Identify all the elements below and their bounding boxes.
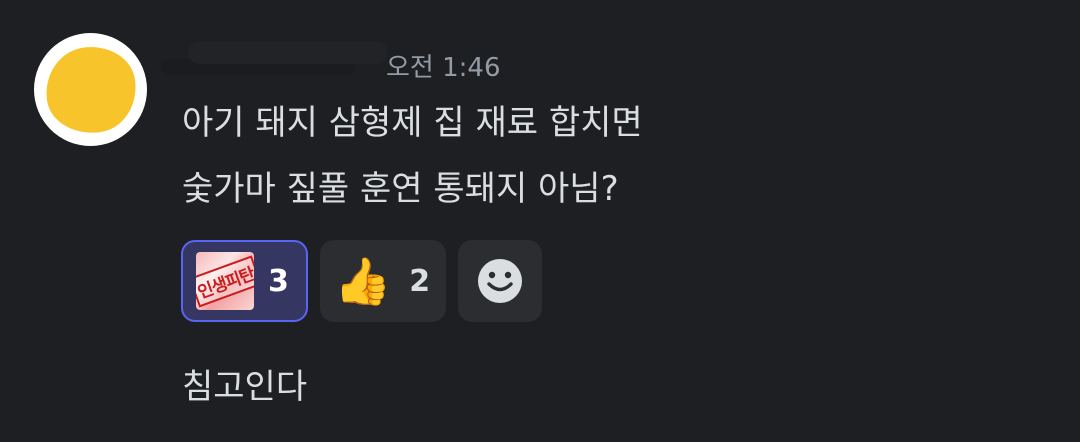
username-redacted [148,40,388,78]
thumbs-up-icon: 👍 [334,254,392,308]
reaction-thumbs-up[interactable]: 👍 2 [320,240,446,322]
custom-stamp-emoji-icon: 인생피탄 [196,252,254,310]
add-reaction-button[interactable] [458,240,542,322]
reaction-custom-stamp[interactable]: 인생피탄 3 [181,240,308,322]
message-timestamp: 오전 1:46 [386,53,501,83]
avatar[interactable] [34,33,147,146]
avatar-image [39,40,142,139]
followup-message: 침고인다 [182,367,308,407]
reaction-count: 2 [409,263,431,299]
message-line-2: 숯가마 짚풀 훈연 통돼지 아님? [182,169,619,209]
reaction-bar: 인생피탄 3 👍 2 [181,240,542,322]
message-line-1: 아기 돼지 삼형제 집 재료 합치면 [182,103,643,143]
custom-emoji-text: 인생피탄 [196,255,254,307]
reaction-count: 3 [268,263,289,299]
smiley-face-icon [478,259,522,303]
